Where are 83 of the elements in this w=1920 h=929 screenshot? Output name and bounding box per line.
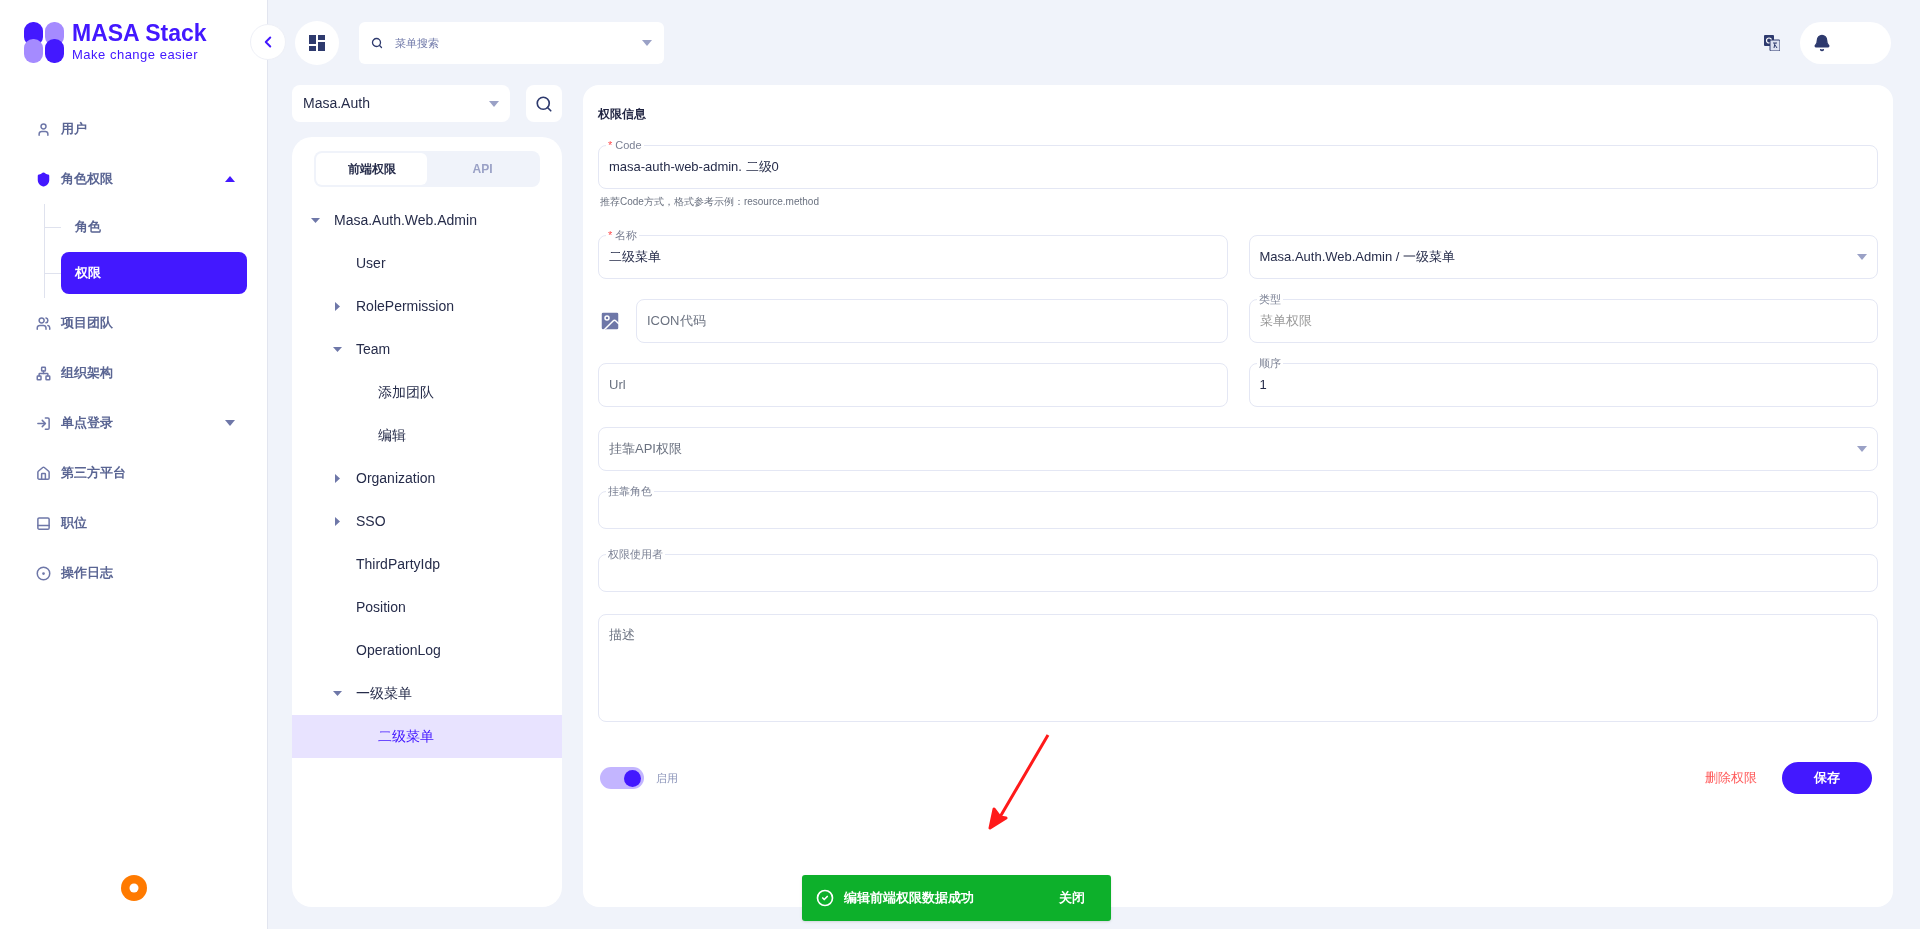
image-icon[interactable] [598, 309, 622, 333]
field-label: 挂靠角色 [606, 484, 654, 498]
shield-icon [36, 171, 51, 187]
sidebar-item[interactable]: 单点登录 [0, 398, 267, 448]
search-icon [535, 94, 553, 113]
tree-item[interactable]: User [292, 242, 562, 285]
tree-item[interactable]: RolePermission [292, 285, 562, 328]
sidebar-item[interactable]: 职位 [0, 498, 267, 548]
panel-icon [36, 515, 51, 531]
toast-message: 编辑前端权限数据成功 [844, 889, 975, 908]
sidebar-item[interactable]: 项目团队 [0, 298, 267, 348]
user-icon [36, 121, 51, 137]
sidebar-item[interactable]: 第三方平台 [0, 448, 267, 498]
dropdown-caret-icon[interactable] [1857, 446, 1867, 452]
login-icon [36, 415, 51, 431]
field-value: 1 [1259, 376, 1267, 395]
dropdown-caret-icon[interactable] [1857, 254, 1867, 260]
tree-item[interactable]: ThirdPartyIdp [292, 543, 562, 586]
dropdown-caret-icon[interactable] [642, 40, 652, 46]
switch-label: 启用 [656, 770, 678, 786]
field-label: * 名称 [606, 228, 640, 242]
form-title: 权限信息 [598, 106, 647, 123]
logo-tagline: Make change easier [72, 48, 200, 61]
caret-icon[interactable] [332, 517, 342, 526]
caret-icon[interactable] [310, 216, 320, 225]
field-value: Masa.Auth.Web.Admin / 一级菜单 [1259, 248, 1456, 267]
sidebar-item[interactable]: 组织架构 [0, 348, 267, 398]
circle-dot-icon [36, 565, 51, 581]
logo-title: MASA Stack [72, 22, 207, 45]
bell-icon [1813, 34, 1831, 52]
dashboard-button[interactable] [295, 21, 339, 65]
status-dot-icon[interactable] [120, 875, 147, 901]
collapse-button[interactable] [250, 24, 286, 60]
caret-icon[interactable] [225, 420, 235, 426]
field-placeholder: 描述 [609, 626, 635, 644]
save-button[interactable]: 保存 [1782, 762, 1872, 794]
field-label: 顺序 [1256, 356, 1283, 370]
field-label: * Code [606, 138, 644, 152]
field-placeholder: ICON代码 [647, 312, 706, 331]
logo-icon [24, 22, 64, 63]
field-value: masa-auth-web-admin. 二级0 [609, 158, 779, 177]
field-placeholder: Url [609, 376, 626, 395]
tree-item[interactable]: Organization [292, 457, 562, 500]
dropdown-caret-icon[interactable] [489, 100, 499, 107]
tab[interactable]: 前端权限 [316, 153, 427, 185]
sidebar-subitem[interactable]: 权限 [61, 252, 247, 294]
delete-button[interactable]: 删除权限 [1705, 768, 1757, 788]
house-icon [36, 465, 51, 481]
caret-icon[interactable] [332, 345, 342, 354]
field-value: 菜单权限 [1259, 312, 1312, 331]
caret-icon[interactable] [225, 176, 235, 182]
tree-item[interactable]: 添加团队 [292, 371, 562, 414]
sidebar-item[interactable]: 角色权限 [0, 154, 267, 204]
field-value: 二级菜单 [609, 248, 661, 267]
tree-item[interactable]: Position [292, 586, 562, 629]
menu-search-field[interactable]: 菜单搜索 [359, 22, 664, 64]
hierarchy-icon [36, 365, 51, 381]
field-placeholder: 挂靠API权限 [609, 440, 682, 459]
sidebar-item[interactable]: 操作日志 [0, 548, 267, 598]
tree-item[interactable]: 一级菜单 [292, 672, 562, 715]
caret-icon[interactable] [332, 689, 342, 698]
field-label: 类型 [1256, 292, 1283, 306]
tree-item[interactable]: 二级菜单 [292, 715, 562, 758]
caret-icon[interactable] [332, 302, 342, 311]
tree-item[interactable]: SSO [292, 500, 562, 543]
sidebar-item[interactable]: 用户 [0, 104, 267, 154]
app-select[interactable]: Masa.Auth [292, 85, 510, 122]
check-circle-icon [816, 889, 834, 907]
sidebar-subitem[interactable]: 角色 [61, 206, 247, 248]
search-icon [371, 37, 383, 49]
notification-button[interactable] [1800, 22, 1891, 64]
toggle-switch[interactable] [600, 767, 644, 789]
translate-icon[interactable] [1764, 35, 1780, 51]
tree-item[interactable]: Masa.Auth.Web.Admin [292, 199, 562, 242]
field-hint: 推荐Code方式，格式参考示例：resource.method [600, 195, 820, 209]
field-label: 权限使用者 [606, 547, 665, 561]
users-icon [36, 315, 51, 331]
caret-icon[interactable] [332, 474, 342, 483]
dashboard-icon [309, 35, 325, 51]
tree-item[interactable]: 编辑 [292, 414, 562, 457]
tree-item[interactable]: Team [292, 328, 562, 371]
tree-item[interactable]: OperationLog [292, 629, 562, 672]
search-button[interactable] [526, 85, 562, 122]
